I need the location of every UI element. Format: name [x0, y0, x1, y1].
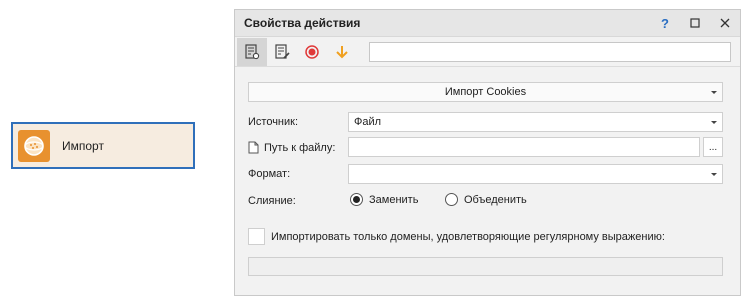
domain-regex-input[interactable] [248, 257, 723, 276]
edit-doc-button[interactable] [267, 38, 297, 66]
file-path-input[interactable] [348, 137, 700, 157]
radio-combine[interactable] [445, 193, 458, 206]
merge-label: Слияние: [248, 195, 296, 207]
chevron-down-icon [711, 91, 717, 94]
action-properties-panel: Свойства действия ? Импорт Cookies Источ… [234, 9, 741, 296]
panel-toolbar [235, 37, 740, 67]
format-select[interactable] [348, 164, 723, 184]
source-value: Файл [354, 116, 382, 128]
panel-title: Свойства действия [244, 16, 361, 30]
chevron-down-icon [711, 121, 717, 124]
action-block-label: Импорт [62, 138, 104, 153]
settings-doc-button[interactable] [237, 37, 267, 66]
chevron-down-icon [711, 173, 717, 176]
file-path-row-label: Путь к файлу: [248, 141, 335, 154]
file-icon [248, 141, 259, 154]
file-path-label: Путь к файлу: [264, 141, 336, 154]
domain-filter-checkbox[interactable] [248, 228, 265, 245]
radio-combine-label: Объеденить [464, 193, 527, 206]
maximize-button[interactable] [680, 10, 710, 36]
domain-filter-label: Импортировать только домены, удовлетворя… [271, 230, 665, 243]
record-icon [305, 44, 319, 59]
domain-filter-row[interactable]: Импортировать только домены, удовлетворя… [248, 228, 665, 245]
settings-doc-icon [245, 43, 260, 59]
panel-titlebar: Свойства действия ? [235, 10, 740, 37]
browse-button[interactable]: ... [703, 137, 723, 157]
close-icon [720, 18, 730, 28]
format-label: Формат: [248, 168, 291, 180]
help-button[interactable]: ? [650, 10, 680, 36]
cookie-icon [18, 129, 50, 162]
maximize-icon [690, 18, 700, 28]
action-block-import[interactable]: Импорт [11, 122, 195, 169]
arrow-down-button[interactable] [327, 38, 357, 66]
merge-option-replace[interactable]: Заменить [350, 193, 418, 206]
edit-doc-icon [275, 43, 290, 59]
toolbar-input[interactable] [369, 41, 731, 62]
arrow-down-icon [336, 45, 348, 58]
radio-replace-label: Заменить [369, 193, 419, 206]
close-button[interactable] [710, 10, 740, 36]
action-type-value: Импорт Cookies [444, 86, 527, 98]
source-label: Источник: [248, 116, 299, 128]
record-button[interactable] [297, 38, 327, 66]
merge-option-combine[interactable]: Объеденить [445, 193, 527, 206]
radio-replace[interactable] [350, 193, 363, 206]
action-type-select[interactable]: Импорт Cookies [248, 82, 723, 102]
source-select[interactable]: Файл [348, 112, 723, 132]
